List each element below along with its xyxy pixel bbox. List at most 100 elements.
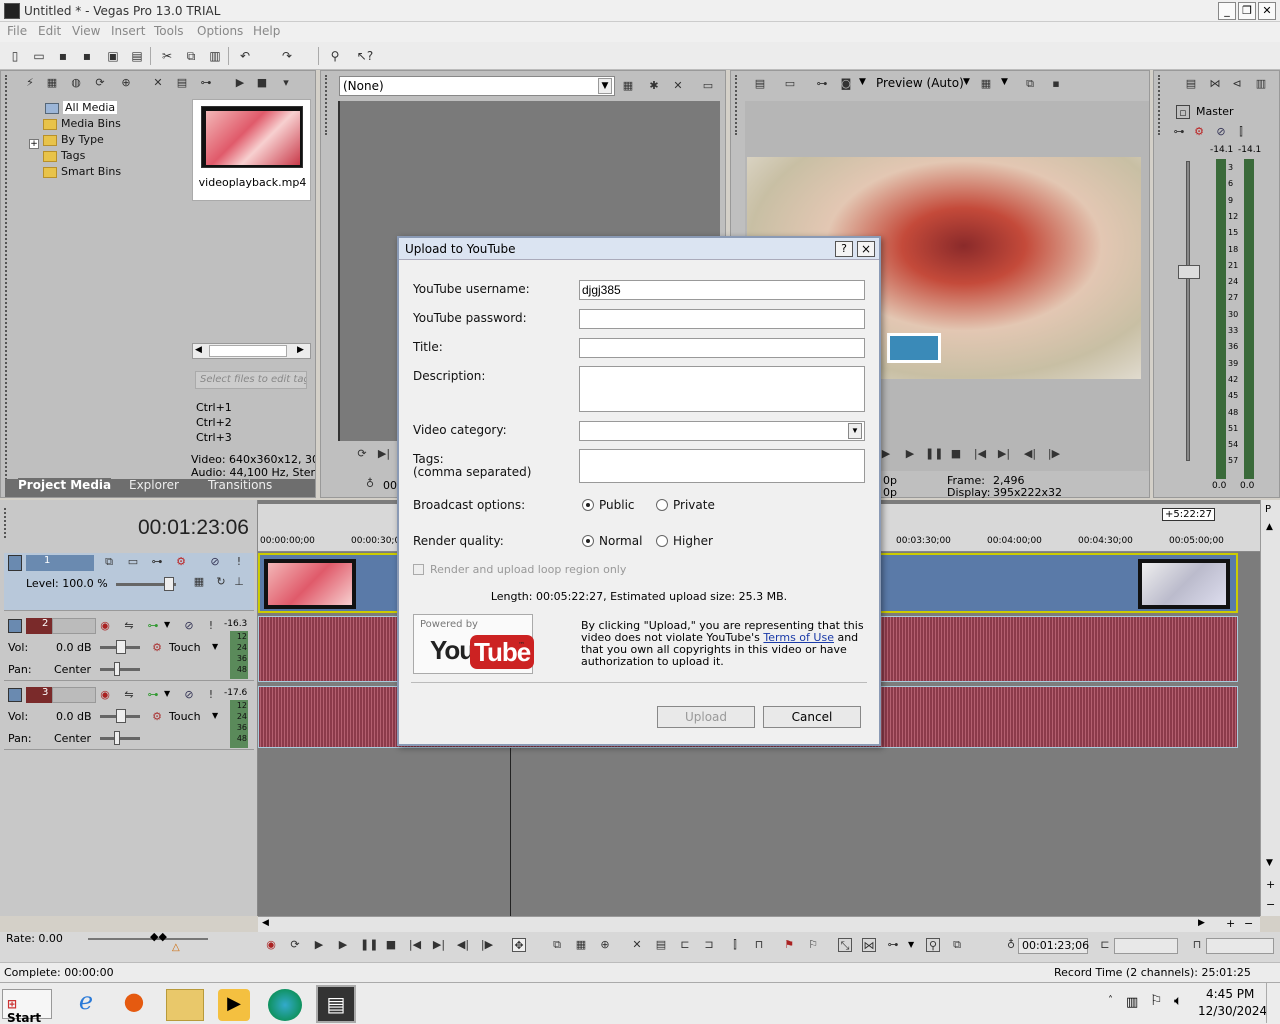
preview-play-icon[interactable]: ▶ (879, 447, 893, 461)
trimmer-dropdown[interactable]: (None) ▼ (339, 76, 615, 96)
go-to-start-icon[interactable]: |◀ (408, 938, 422, 952)
audio-track-2-header[interactable]: 2 ◉ ⇋ ⊶ ▼ ⊘ ! -16.3 Vol: 0.0 dB ⚙ Touch … (4, 615, 254, 681)
media-fx-icon[interactable]: ⊶ (199, 76, 213, 90)
tab-transitions[interactable]: Transitions (208, 478, 272, 496)
category-select[interactable]: ▼ (579, 421, 865, 441)
insert-region-icon[interactable]: ⚐ (806, 938, 820, 952)
trimmer-display-icon[interactable]: ▭ (701, 79, 715, 93)
external-monitor-icon[interactable]: ▭ (783, 77, 797, 91)
refresh-icon[interactable]: ⟳ (93, 76, 107, 90)
master-grip[interactable] (1158, 75, 1168, 135)
tree-media-bins[interactable]: Media Bins (43, 117, 121, 133)
media-hscrollbar[interactable]: ◀ ▶ (192, 343, 311, 359)
chevron-down-icon[interactable]: ▼ (212, 642, 218, 651)
menu-tools[interactable]: Tools (154, 24, 184, 38)
render-icon[interactable]: ▣ (104, 47, 122, 65)
menu-file[interactable]: File (7, 24, 27, 38)
properties-icon[interactable]: ▤ (128, 47, 146, 65)
next-frame-icon[interactable]: |▶ (480, 938, 494, 952)
show-desktop-button[interactable] (1266, 983, 1278, 1023)
tags-input[interactable] (579, 449, 865, 483)
cancel-button[interactable]: Cancel (763, 706, 861, 728)
whats-this-help-icon[interactable]: ↖? (356, 47, 374, 65)
video-fx-icon[interactable]: ⊶ (815, 77, 829, 91)
video-track-header[interactable]: 1 ⧉ ▭ ⊶ ⚙ ⊘ ! Level: 100.0 % ▦ ↻ ⊥ (4, 553, 254, 611)
get-media-web-icon[interactable]: ◍ (69, 76, 83, 90)
master-fader-handle[interactable] (1178, 265, 1200, 279)
master-gear-icon[interactable]: ⚙ (1192, 125, 1206, 139)
mixer-properties-icon[interactable]: ▤ (1184, 77, 1198, 91)
record-icon[interactable]: ◉ (264, 938, 278, 952)
enable-snapping-icon[interactable]: ⚲ (926, 938, 940, 952)
arm-record-icon[interactable]: ◉ (98, 688, 112, 702)
stop-icon[interactable]: ■ (384, 938, 398, 952)
dim-output-icon[interactable]: ⊲ (1230, 77, 1244, 91)
paste-icon[interactable]: ▥ (206, 47, 224, 65)
network-icon[interactable]: ▥ (1126, 995, 1138, 1010)
tree-by-type[interactable]: By Type (43, 133, 104, 149)
make-compositing-child-icon[interactable]: ▭ (126, 555, 140, 569)
selection-start-field[interactable] (1114, 938, 1178, 954)
new-file-icon[interactable]: ▯ (6, 47, 24, 65)
loop-playback-icon[interactable]: ⟳ (288, 938, 302, 952)
minimize-button[interactable]: _ (1218, 2, 1236, 20)
mute-icon[interactable]: ⊘ (182, 619, 196, 633)
trimmer-marker-icon[interactable]: ♁ (363, 477, 377, 491)
auto-ripple-icon[interactable]: ⤡ (838, 938, 852, 952)
arm-record-icon[interactable]: ◉ (98, 619, 112, 633)
preview-prev-frame-icon[interactable]: ◀| (1023, 447, 1037, 461)
close-window-button[interactable]: ✕ (1258, 2, 1276, 20)
previous-frame-icon[interactable]: ◀| (456, 938, 470, 952)
tab-project-media[interactable]: Project Media (18, 478, 112, 496)
redo-icon[interactable]: ↷ (278, 47, 296, 65)
preview-properties-icon[interactable]: ▤ (753, 77, 767, 91)
trimmer-remove-icon[interactable]: ✕ (671, 79, 685, 93)
tree-all-media[interactable]: All Media (45, 101, 118, 117)
cut-icon[interactable]: ✂ (158, 47, 176, 65)
level-slider-handle[interactable] (164, 577, 174, 591)
master-fader-track[interactable] (1186, 161, 1190, 461)
preview-play-start-icon[interactable]: ▶ (903, 447, 917, 461)
search-media-icon[interactable]: ⊕ (119, 76, 133, 90)
downmix-icon[interactable]: ⋈ (1208, 77, 1222, 91)
firefox-icon[interactable]: ● (116, 987, 152, 1021)
track-fx-icon[interactable]: ⊶ (146, 688, 160, 702)
chevron-down-icon[interactable]: ▼ (848, 423, 862, 439)
menu-help[interactable]: Help (253, 24, 280, 38)
private-radio[interactable] (656, 499, 668, 511)
delete-icon[interactable]: ✕ (630, 938, 644, 952)
password-input[interactable] (579, 309, 865, 329)
master-insert-fx-icon[interactable]: ⊶ (1172, 125, 1186, 139)
preview-next-frame-icon[interactable]: |▶ (1047, 447, 1061, 461)
internet-explorer-icon[interactable]: ℯ (68, 987, 104, 1021)
title-input[interactable] (579, 338, 865, 358)
save-as-icon[interactable]: ▪ (78, 47, 96, 65)
automation-gear-icon[interactable]: ⚙ (150, 710, 164, 724)
description-textarea[interactable] (579, 366, 865, 412)
public-radio[interactable] (582, 499, 594, 511)
overlays-icon[interactable]: ▦ (979, 77, 993, 91)
menu-view[interactable]: View (72, 24, 100, 38)
lock-icon[interactable]: ⊓ (752, 938, 766, 952)
timeline-vscrollbar[interactable]: P ▲ ▼ + − (1260, 500, 1280, 916)
chevron-down-icon[interactable]: ▼ (212, 711, 218, 720)
parent-icon[interactable]: ⊥ (232, 575, 246, 589)
cursor-position[interactable]: 00:01:23;06 (1018, 938, 1089, 954)
lock-envelopes-icon[interactable]: ⋈ (862, 938, 876, 952)
insert-marker-icon[interactable]: ⚑ (782, 938, 796, 952)
preview-prev-icon[interactable]: |◀ (973, 447, 987, 461)
preview-pause-icon[interactable]: ❚❚ (925, 447, 943, 461)
enable-snapping-icon[interactable]: ⚲ (326, 47, 344, 65)
stop-preview-icon[interactable]: ■ (255, 76, 269, 90)
volume-icon[interactable]: 🔈︎ (1174, 993, 1182, 1009)
trimmer-add-icon[interactable]: ▦ (621, 79, 635, 93)
file-explorer-icon[interactable] (166, 989, 204, 1021)
media-properties-icon[interactable]: ▤ (175, 76, 189, 90)
preview-stop-icon[interactable]: ■ (949, 447, 963, 461)
play-from-start-icon[interactable]: ▶| (377, 447, 391, 461)
chevron-down-icon[interactable]: ▼ (1001, 77, 1008, 87)
media-thumbnail-item[interactable]: videoplayback.mp4 (192, 99, 311, 201)
views-icon[interactable]: ▾ (279, 76, 293, 90)
mixer-view-icon[interactable]: ▥ (1254, 77, 1268, 91)
clock-time[interactable]: 4:45 PM (1206, 987, 1254, 1001)
